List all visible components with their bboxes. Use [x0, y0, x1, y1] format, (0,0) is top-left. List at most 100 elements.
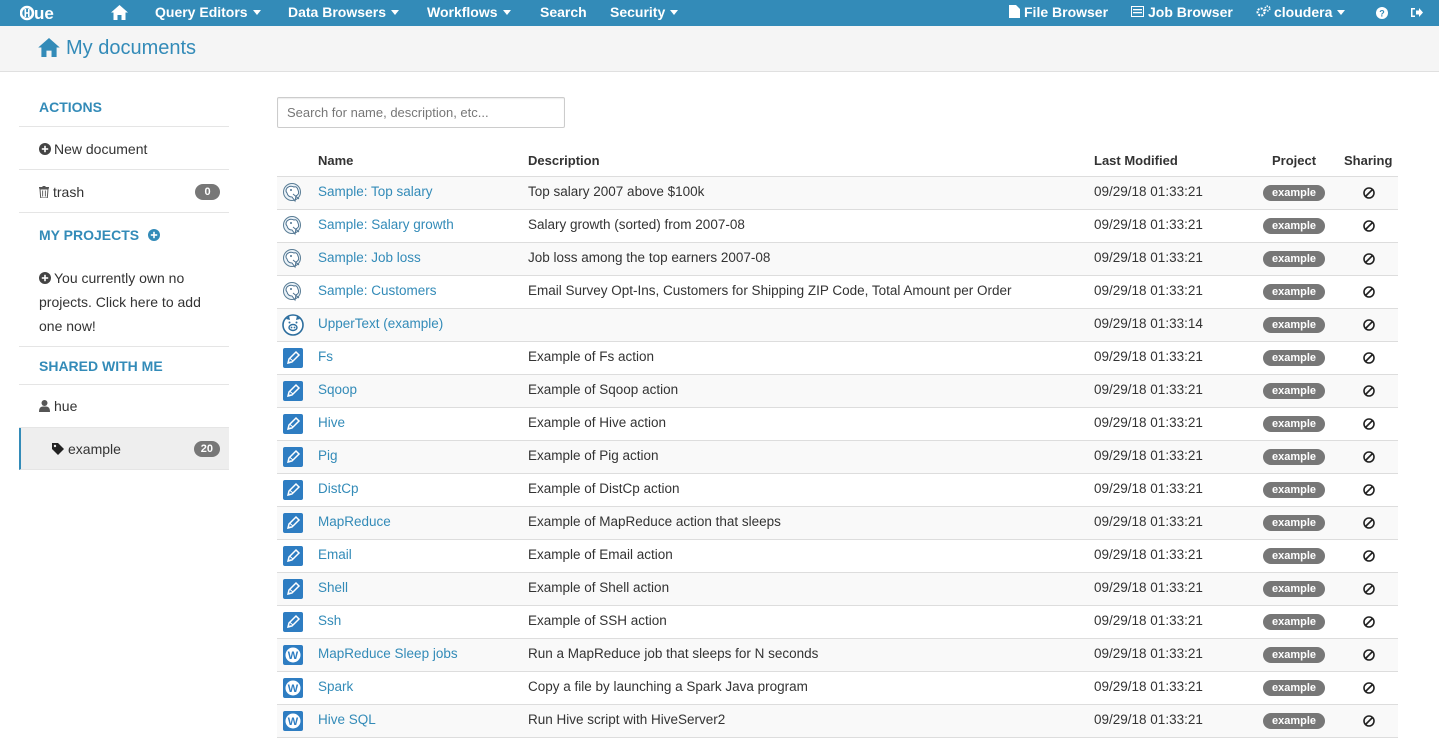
nav-search[interactable]: Search — [540, 0, 587, 26]
svg-text:W: W — [288, 716, 299, 728]
table-row[interactable]: W Spark Copy a file by launching a Spark J… — [277, 672, 1398, 705]
help-icon[interactable]: ? — [1376, 0, 1388, 26]
sharing-icon[interactable] — [1362, 516, 1376, 530]
column-header-last-modified[interactable]: Last Modified — [1094, 153, 1178, 168]
column-header-project[interactable]: Project — [1272, 153, 1316, 168]
sharing-icon[interactable] — [1362, 252, 1376, 266]
table-row[interactable]: Sample: Customers Email Survey Opt-Ins, C… — [277, 276, 1398, 309]
nav-file-browser[interactable]: File Browser — [1009, 0, 1108, 26]
cogs-icon — [1256, 5, 1271, 17]
project-label[interactable]: example — [1263, 449, 1325, 465]
home-icon[interactable] — [111, 0, 128, 26]
sharing-icon[interactable] — [1362, 219, 1376, 233]
document-name-link[interactable]: Sample: Job loss — [318, 250, 421, 265]
sharing-icon[interactable] — [1362, 186, 1376, 200]
document-name-link[interactable]: Sample: Customers — [318, 283, 437, 298]
project-label[interactable]: example — [1263, 581, 1325, 597]
project-label[interactable]: example — [1263, 614, 1325, 630]
sharing-icon[interactable] — [1362, 483, 1376, 497]
sharing-icon[interactable] — [1362, 582, 1376, 596]
document-name-link[interactable]: DistCp — [318, 481, 359, 496]
sidebar-shared-heading: SHARED WITH ME — [19, 347, 229, 385]
nav-user-menu[interactable]: cloudera — [1256, 0, 1346, 26]
table-row[interactable]: UpperText (example) 09/29/18 01:33:14 exam… — [277, 309, 1398, 342]
document-name-link[interactable]: Sample: Top salary — [318, 184, 433, 199]
sharing-icon[interactable] — [1362, 417, 1376, 431]
project-label[interactable]: example — [1263, 515, 1325, 531]
sharing-icon[interactable] — [1362, 681, 1376, 695]
sidebar-item-user-hue[interactable]: hue — [19, 385, 229, 428]
new-document-link[interactable]: New document — [19, 127, 229, 170]
project-label[interactable]: example — [1263, 185, 1325, 201]
table-row[interactable]: Pig Example of Pig action 09/29/18 01:33:2… — [277, 441, 1398, 474]
sharing-icon[interactable] — [1362, 648, 1376, 662]
document-name-link[interactable]: Hive SQL — [318, 712, 376, 727]
document-name-link[interactable]: Sample: Salary growth — [318, 217, 454, 232]
column-header-sharing[interactable]: Sharing — [1344, 153, 1392, 168]
project-label[interactable]: example — [1263, 218, 1325, 234]
sharing-icon[interactable] — [1362, 615, 1376, 629]
document-name-link[interactable]: Email — [318, 547, 352, 562]
table-row[interactable]: Sqoop Example of Sqoop action 09/29/18 01:… — [277, 375, 1398, 408]
document-name-link[interactable]: UpperText (example) — [318, 316, 443, 331]
nav-query-editors[interactable]: Query Editors — [155, 0, 261, 26]
oozie-action-icon — [282, 413, 304, 435]
sharing-icon[interactable] — [1362, 285, 1376, 299]
sharing-icon[interactable] — [1362, 549, 1376, 563]
table-row[interactable]: Ssh Example of SSH action 09/29/18 01:33:2… — [277, 606, 1398, 639]
project-label[interactable]: example — [1263, 251, 1325, 267]
document-name-link[interactable]: Fs — [318, 349, 333, 364]
sharing-icon[interactable] — [1362, 714, 1376, 728]
document-name-link[interactable]: Pig — [318, 448, 338, 463]
nav-security[interactable]: Security — [610, 0, 679, 26]
table-row[interactable]: Sample: Salary growth Salary growth (sort… — [277, 210, 1398, 243]
table-row[interactable]: MapReduce Example of MapReduce action tha… — [277, 507, 1398, 540]
project-label[interactable]: example — [1263, 350, 1325, 366]
nav-job-browser[interactable]: Job Browser — [1131, 0, 1233, 26]
table-row[interactable]: Sample: Job loss Job loss among the top e… — [277, 243, 1398, 276]
column-header-description[interactable]: Description — [528, 153, 600, 168]
project-label[interactable]: example — [1263, 284, 1325, 300]
table-row[interactable]: W MapReduce Sleep jobs Run a MapReduce job… — [277, 639, 1398, 672]
nav-workflows[interactable]: Workflows — [427, 0, 511, 26]
table-row[interactable]: Shell Example of Shell action 09/29/18 01:… — [277, 573, 1398, 606]
document-name-link[interactable]: Ssh — [318, 613, 341, 628]
sharing-icon[interactable] — [1362, 351, 1376, 365]
no-projects-message[interactable]: You currently own no projects. Click her… — [19, 255, 229, 347]
add-project-icon[interactable] — [148, 229, 160, 241]
document-name-link[interactable]: Shell — [318, 580, 348, 595]
shared-tag-label: example — [68, 441, 121, 457]
table-row[interactable]: DistCp Example of DistCp action 09/29/18 0… — [277, 474, 1398, 507]
project-label[interactable]: example — [1263, 383, 1325, 399]
document-name-link[interactable]: MapReduce — [318, 514, 391, 529]
project-label[interactable]: example — [1263, 713, 1325, 729]
document-name-link[interactable]: MapReduce Sleep jobs — [318, 646, 458, 661]
sharing-icon[interactable] — [1362, 384, 1376, 398]
hue-logo[interactable]: ue — [20, 3, 78, 23]
logout-icon[interactable] — [1411, 0, 1423, 26]
workflow-icon: W — [282, 710, 304, 732]
sharing-icon[interactable] — [1362, 450, 1376, 464]
document-name-link[interactable]: Hive — [318, 415, 345, 430]
project-label[interactable]: example — [1263, 548, 1325, 564]
project-label[interactable]: example — [1263, 317, 1325, 333]
table-row[interactable]: Hive Example of Hive action 09/29/18 01:33… — [277, 408, 1398, 441]
column-header-name[interactable]: Name — [318, 153, 353, 168]
project-label[interactable]: example — [1263, 680, 1325, 696]
table-row[interactable]: W Hive SQL Run Hive script with HiveServer… — [277, 705, 1398, 738]
table-row[interactable]: Sample: Top salary Top salary 2007 above … — [277, 177, 1398, 210]
nav-data-browsers[interactable]: Data Browsers — [288, 0, 400, 26]
sidebar-actions-heading: ACTIONS — [19, 86, 229, 127]
sidebar-item-tag-example[interactable]: example 20 — [19, 428, 229, 470]
table-row[interactable]: Fs Example of Fs action 09/29/18 01:33:21 e… — [277, 342, 1398, 375]
oozie-action-icon — [282, 512, 304, 534]
project-label[interactable]: example — [1263, 416, 1325, 432]
search-input[interactable] — [277, 97, 565, 128]
sharing-icon[interactable] — [1362, 318, 1376, 332]
table-row[interactable]: Email Example of Email action 09/29/18 01:… — [277, 540, 1398, 573]
document-name-link[interactable]: Spark — [318, 679, 353, 694]
document-name-link[interactable]: Sqoop — [318, 382, 357, 397]
project-label[interactable]: example — [1263, 647, 1325, 663]
project-label[interactable]: example — [1263, 482, 1325, 498]
sidebar-item-trash[interactable]: trash 0 — [19, 170, 229, 213]
